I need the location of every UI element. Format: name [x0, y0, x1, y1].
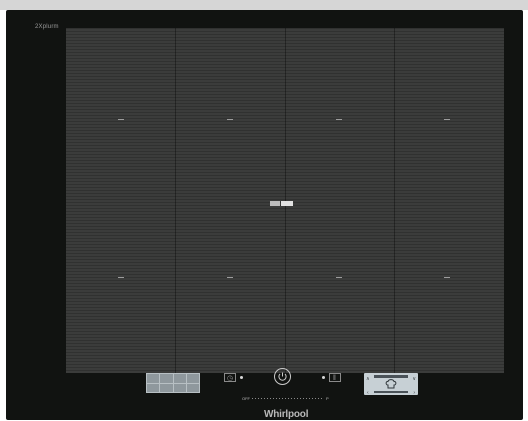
induction-hob: 2Xplurm ◷ ‖ ∧ ∨ ‹ › OFF P Whirlpool: [6, 10, 523, 420]
display-caption-bar: [374, 391, 408, 393]
timer-indicator-dot: [240, 376, 243, 379]
zone-marker: [227, 119, 233, 120]
display-up-arrow[interactable]: ∧: [366, 376, 370, 382]
power-icon: [278, 372, 287, 381]
badge-part: [270, 201, 280, 206]
slider-start-label: OFF: [242, 396, 250, 401]
pause-button[interactable]: ‖: [329, 373, 341, 382]
center-badge: [270, 201, 293, 206]
brand-logo: Whirlpool: [264, 409, 309, 420]
power-button[interactable]: [274, 368, 291, 385]
zone-marker: [444, 119, 450, 120]
keypad-cell[interactable]: [173, 374, 186, 383]
chef-hat-icon: [385, 379, 397, 389]
pause-icon: ‖: [333, 375, 336, 382]
zone-marker: [118, 277, 124, 278]
badge-part: [281, 201, 293, 206]
timer-icon: ◷: [227, 375, 234, 382]
slider-end-label: P: [326, 396, 329, 401]
display-right-arrow[interactable]: ›: [413, 390, 415, 396]
display-down-arrow[interactable]: ∨: [412, 376, 416, 382]
zone-marker: [118, 119, 124, 120]
zone-selector-keypad[interactable]: [146, 373, 200, 393]
keypad-cell[interactable]: [147, 374, 160, 383]
slider-track[interactable]: [252, 398, 324, 399]
zone-marker: [336, 119, 342, 120]
pause-indicator-dot: [322, 376, 325, 379]
power-level-slider[interactable]: OFF P: [242, 396, 330, 401]
cooking-zone[interactable]: [66, 28, 504, 373]
keypad-cell[interactable]: [160, 383, 173, 392]
top-band: [0, 0, 528, 10]
function-display[interactable]: ∧ ∨ ‹ ›: [364, 373, 418, 396]
zone-marker: [336, 277, 342, 278]
keypad-cell[interactable]: [186, 383, 199, 392]
display-left-arrow[interactable]: ‹: [367, 390, 369, 396]
display-title-bar: [374, 375, 408, 378]
keypad-cell[interactable]: [186, 374, 199, 383]
timer-button[interactable]: ◷: [224, 373, 236, 382]
keypad-cell[interactable]: [160, 374, 173, 383]
series-label: 2Xplurm: [35, 24, 59, 30]
zone-marker: [444, 277, 450, 278]
keypad-cell[interactable]: [173, 383, 186, 392]
keypad-cell[interactable]: [147, 383, 160, 392]
zone-divider: [394, 28, 395, 373]
zone-divider: [175, 28, 176, 373]
zone-marker: [227, 277, 233, 278]
